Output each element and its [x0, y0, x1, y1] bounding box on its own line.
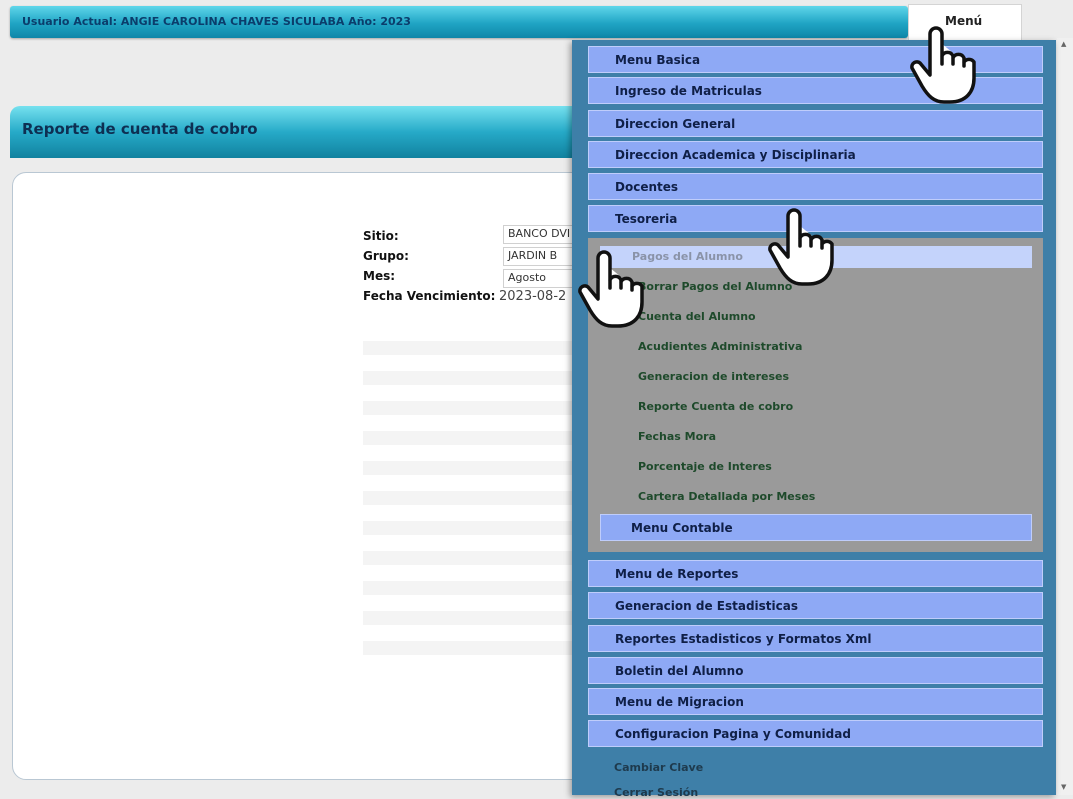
menu-item-boletin-alumno[interactable]: Boletin del Alumno [588, 657, 1043, 684]
menu-item-reportes-estadisticos[interactable]: Reportes Estadisticos y Formatos Xml [588, 625, 1043, 652]
hand-pointer-icon [578, 250, 644, 328]
submenu-item-label: Acudientes Administrativa [638, 340, 803, 353]
form-row [363, 371, 583, 385]
scroll-up-icon[interactable]: ▲ [1061, 40, 1066, 48]
menu-item-menu-migracion[interactable]: Menu de Migracion [588, 688, 1043, 715]
menu-item-label: Menu Basica [615, 53, 701, 67]
submenu-item-fechas-mora[interactable]: Fechas Mora [618, 426, 998, 448]
submenu-item-reporte-cuenta-cobro[interactable]: Reporte Cuenta de cobro [618, 396, 998, 418]
submenu-item-label: Generacion de intereses [638, 370, 790, 383]
report-header: Reporte de cuenta de cobro [10, 106, 610, 158]
fecha-vencimiento-input[interactable]: 2023-08-2 [499, 289, 571, 304]
menu-item-generacion-estadisticas[interactable]: Generacion de Estadisticas [588, 592, 1043, 619]
form-row [363, 641, 583, 655]
menu-item-label: Configuracion Pagina y Comunidad [615, 727, 851, 741]
submenu-item-cuenta-alumno[interactable]: Cuenta del Alumno [618, 306, 998, 328]
current-user-label: Usuario Actual: ANGIE CAROLINA CHAVES SI… [22, 15, 411, 28]
user-bar: Usuario Actual: ANGIE CAROLINA CHAVES SI… [10, 6, 908, 38]
form-row [363, 401, 583, 415]
grupo-select[interactable]: JARDIN B [503, 247, 583, 266]
menu-item-direccion-academica[interactable]: Direccion Academica y Disciplinaria [588, 141, 1043, 168]
page-scrollbar[interactable]: ▲ ▼ [1057, 38, 1073, 795]
form-row [363, 461, 583, 475]
submenu-item-cartera-detallada[interactable]: Cartera Detallada por Meses [618, 486, 998, 508]
scroll-down-icon[interactable]: ▼ [1061, 783, 1066, 791]
hand-pointer-icon [910, 26, 976, 104]
menu-item-label: Reportes Estadisticos y Formatos Xml [615, 632, 872, 646]
submenu-item-porcentaje-interes[interactable]: Porcentaje de Interes [618, 456, 998, 478]
form-row [363, 431, 583, 445]
page-title: Reporte de cuenta de cobro [22, 120, 258, 138]
menu-item-direccion-general[interactable]: Direccion General [588, 110, 1043, 137]
mes-label: Mes: [363, 269, 396, 283]
menu-item-label: Menu de Reportes [615, 567, 739, 581]
form-row [363, 521, 583, 535]
menu-item-label: Ingreso de Matriculas [615, 84, 762, 98]
menu-item-label: Boletin del Alumno [615, 664, 744, 678]
sitio-label: Sitio: [363, 229, 399, 243]
grupo-label: Grupo: [363, 249, 409, 263]
submenu-item-label: Cuenta del Alumno [638, 310, 756, 323]
submenu-item-generacion-intereses[interactable]: Generacion de intereses [618, 366, 998, 388]
sitio-select[interactable]: BANCO DVI [503, 225, 583, 244]
submenu-item-label: Cartera Detallada por Meses [638, 490, 816, 503]
menu-item-cerrar-sesion[interactable]: Cerrar Sesión [614, 786, 698, 799]
submenu-item-label: Fechas Mora [638, 430, 717, 443]
menu-item-label: Direccion Academica y Disciplinaria [615, 148, 856, 162]
submenu-item-acudientes[interactable]: Acudientes Administrativa [618, 336, 998, 358]
menu-item-label: Generacion de Estadisticas [615, 599, 799, 613]
fecha-vencimiento-label: Fecha Vencimiento: [363, 289, 496, 303]
menu-item-label: Direccion General [615, 117, 736, 131]
hand-pointer-icon [768, 208, 834, 286]
menu-item-label: Docentes [615, 180, 679, 194]
form-row [363, 581, 583, 595]
menu-item-label: Tesoreria [615, 212, 678, 226]
submenu-item-label: Reporte Cuenta de cobro [638, 400, 794, 413]
form-row [363, 611, 583, 625]
menu-item-docentes[interactable]: Docentes [588, 173, 1043, 200]
menu-item-configuracion[interactable]: Configuracion Pagina y Comunidad [588, 720, 1043, 747]
form-row [363, 491, 583, 505]
submenu-item-label: Porcentaje de Interes [638, 460, 772, 473]
menu-item-cambiar-clave[interactable]: Cambiar Clave [614, 761, 703, 774]
submenu-item-menu-contable[interactable]: Menu Contable [600, 514, 1032, 541]
mes-select[interactable]: Agosto [503, 269, 583, 288]
main-menu-dropdown: Menu Basica Ingreso de Matriculas Direcc… [572, 40, 1056, 799]
menu-item-menu-reportes[interactable]: Menu de Reportes [588, 560, 1043, 587]
menu-item-label: Menu de Migracion [615, 695, 744, 709]
form-row [363, 551, 583, 565]
form-row [363, 341, 583, 355]
submenu-item-label: Menu Contable [631, 521, 733, 535]
